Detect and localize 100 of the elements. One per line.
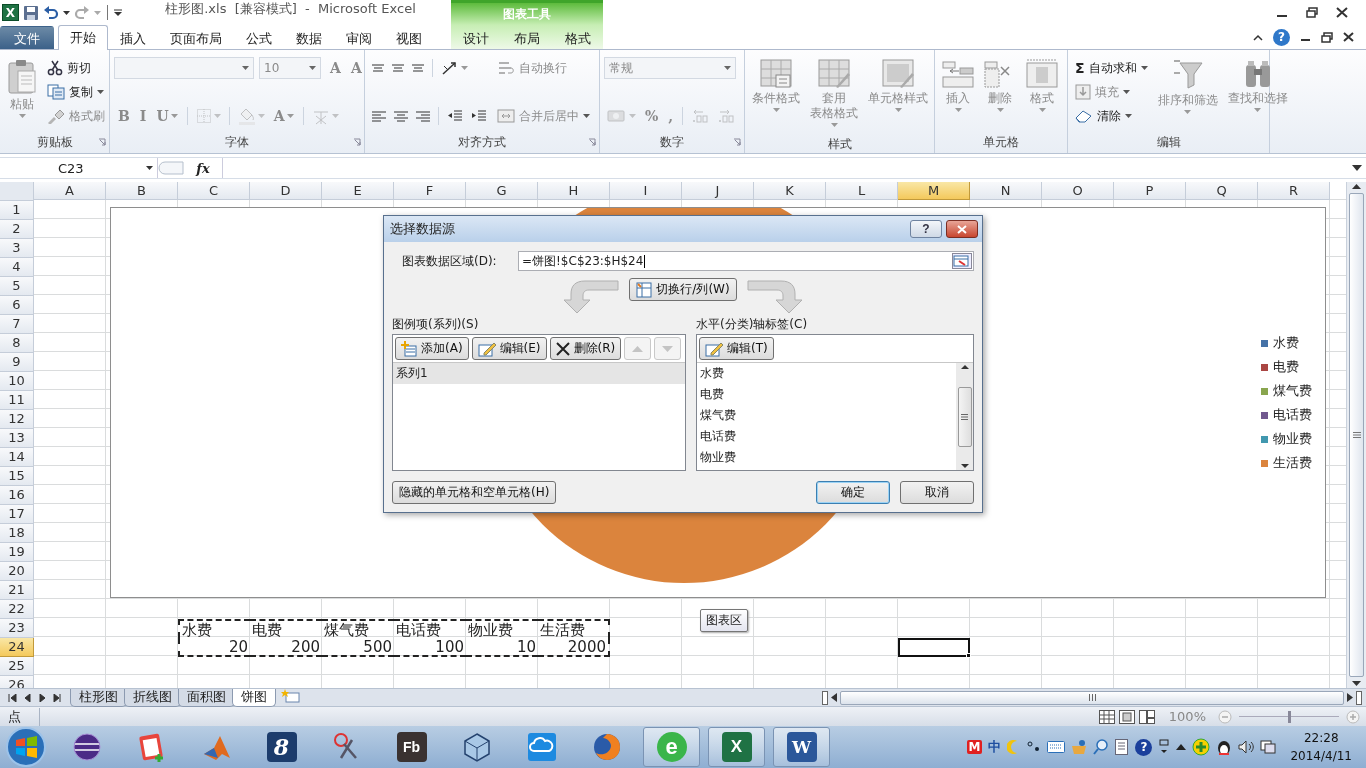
column-header[interactable]: J: [682, 182, 754, 200]
ribbon-button[interactable]: 复制: [44, 82, 107, 102]
split-handle-icon[interactable]: [822, 690, 828, 705]
taskbar-button[interactable]: Fb: [383, 727, 440, 767]
page-break-icon[interactable]: [1138, 709, 1155, 724]
close-button[interactable]: [946, 220, 978, 238]
row-header[interactable]: 2: [0, 220, 34, 239]
scrollbar-thumb[interactable]: [840, 690, 1344, 705]
dialog-button[interactable]: 删除(R): [549, 337, 622, 360]
taskbar-button[interactable]: X: [708, 727, 765, 767]
ribbon-tab[interactable]: 文件: [0, 26, 54, 49]
help-icon[interactable]: ?: [1135, 738, 1153, 756]
first-sheet-icon[interactable]: [8, 693, 17, 702]
ribbon-tab[interactable]: 格式: [552, 26, 603, 49]
column-header[interactable]: P: [1114, 182, 1186, 200]
dialog-launcher-icon[interactable]: [733, 138, 741, 146]
scroll-right-icon[interactable]: [1347, 693, 1353, 702]
list-item[interactable]: 电话费: [697, 426, 956, 447]
dialog-button[interactable]: 编辑(T): [699, 337, 774, 360]
row-header[interactable]: 16: [0, 486, 34, 505]
last-sheet-icon[interactable]: [53, 693, 62, 702]
row-header[interactable]: 13: [0, 429, 34, 448]
row-header[interactable]: 23: [0, 619, 34, 638]
row-header[interactable]: 6: [0, 296, 34, 315]
dialog-button[interactable]: 隐藏的单元格和空单元格(H): [392, 481, 557, 504]
close-icon[interactable]: [1336, 7, 1348, 18]
start-button[interactable]: [4, 727, 48, 767]
column-header[interactable]: O: [1042, 182, 1114, 200]
dialog-button[interactable]: 编辑(E): [471, 337, 547, 360]
scroll-down-icon[interactable]: [960, 464, 969, 468]
window-icon[interactable]: [1158, 739, 1171, 755]
list-item[interactable]: 煤气费: [697, 405, 956, 426]
ribbon-button[interactable]: 清除: [1072, 106, 1135, 126]
bird-icon[interactable]: [1216, 738, 1233, 756]
customize-caret-icon[interactable]: [114, 8, 122, 17]
taskbar-button[interactable]: 8: [253, 727, 310, 767]
keyboard-icon[interactable]: [1047, 741, 1066, 753]
ribbon-tab[interactable]: 审阅: [334, 26, 384, 49]
magnifier-icon[interactable]: [1093, 739, 1110, 755]
row-header[interactable]: 8: [0, 334, 34, 353]
row-header[interactable]: 24: [0, 638, 34, 657]
row-header[interactable]: 22: [0, 600, 34, 619]
dialog-button[interactable]: 添加(A): [395, 337, 469, 360]
ribbon-tab[interactable]: 布局: [502, 26, 552, 49]
sheet-tab[interactable]: 面积图: [178, 688, 235, 707]
dialog-launcher-icon[interactable]: [353, 138, 361, 146]
row-header[interactable]: 14: [0, 448, 34, 467]
restore-icon[interactable]: [1321, 31, 1333, 43]
column-header[interactable]: L: [826, 182, 898, 200]
sheet-tab[interactable]: 折线图: [124, 688, 181, 707]
split-handle-icon[interactable]: [1356, 690, 1362, 705]
expand-caret-icon[interactable]: [1352, 165, 1362, 171]
ribbon-button[interactable]: Σ 自动求和: [1072, 58, 1151, 78]
row-header[interactable]: 19: [0, 543, 34, 562]
column-header[interactable]: M: [898, 182, 970, 200]
column-header[interactable]: K: [754, 182, 826, 200]
column-header[interactable]: N: [970, 182, 1042, 200]
basket-icon[interactable]: [1071, 739, 1088, 755]
switch-row-column-button[interactable]: 切换行/列(W): [629, 278, 737, 301]
column-header[interactable]: I: [610, 182, 682, 200]
previous-sheet-icon[interactable]: [23, 693, 32, 702]
dots-icon[interactable]: [1027, 740, 1042, 754]
column-header[interactable]: B: [106, 182, 178, 200]
speaker-icon[interactable]: [1238, 740, 1255, 754]
active-cell[interactable]: [898, 638, 970, 657]
column-header[interactable]: D: [250, 182, 322, 200]
collapse-ribbon-icon[interactable]: [1253, 33, 1263, 41]
undo-icon[interactable]: [43, 4, 59, 21]
row-header[interactable]: 3: [0, 239, 34, 258]
row-header[interactable]: 12: [0, 410, 34, 429]
range-field[interactable]: =饼图!$C$23:$H$24: [518, 251, 974, 271]
column-header[interactable]: E: [322, 182, 394, 200]
column-header[interactable]: A: [34, 182, 106, 200]
row-header[interactable]: 5: [0, 277, 34, 296]
insert-function-button[interactable]: fx: [184, 160, 222, 176]
cancel-button[interactable]: 取消: [900, 481, 974, 504]
row-header[interactable]: 9: [0, 353, 34, 372]
row-header[interactable]: 25: [0, 657, 34, 676]
close-icon[interactable]: [1343, 32, 1354, 42]
scrollbar-thumb[interactable]: [1349, 193, 1364, 677]
ribbon-tab[interactable]: 公式: [234, 26, 284, 49]
row-header[interactable]: 20: [0, 562, 34, 581]
row-header[interactable]: 11: [0, 391, 34, 410]
row-header[interactable]: 1: [0, 201, 34, 220]
row-header[interactable]: 17: [0, 505, 34, 524]
help-button[interactable]: ?: [1273, 28, 1290, 46]
list-item[interactable]: 物业费: [697, 447, 956, 468]
page-layout-icon[interactable]: [1118, 709, 1135, 724]
scroll-up-icon[interactable]: [960, 365, 969, 369]
list-item[interactable]: 系列1: [393, 363, 685, 384]
restore-icon[interactable]: [1306, 7, 1318, 18]
next-sheet-icon[interactable]: [38, 693, 47, 702]
row-header[interactable]: 4: [0, 258, 34, 277]
row-header[interactable]: 21: [0, 581, 34, 600]
scroll-up-icon[interactable]: [1352, 184, 1361, 189]
column-header[interactable]: Q: [1186, 182, 1258, 200]
sheet-tab[interactable]: 柱形图: [70, 688, 127, 707]
clock-time[interactable]: 22:28: [1303, 729, 1339, 747]
app-icon[interactable]: X: [2, 4, 19, 21]
scrollbar-thumb[interactable]: [957, 386, 972, 447]
